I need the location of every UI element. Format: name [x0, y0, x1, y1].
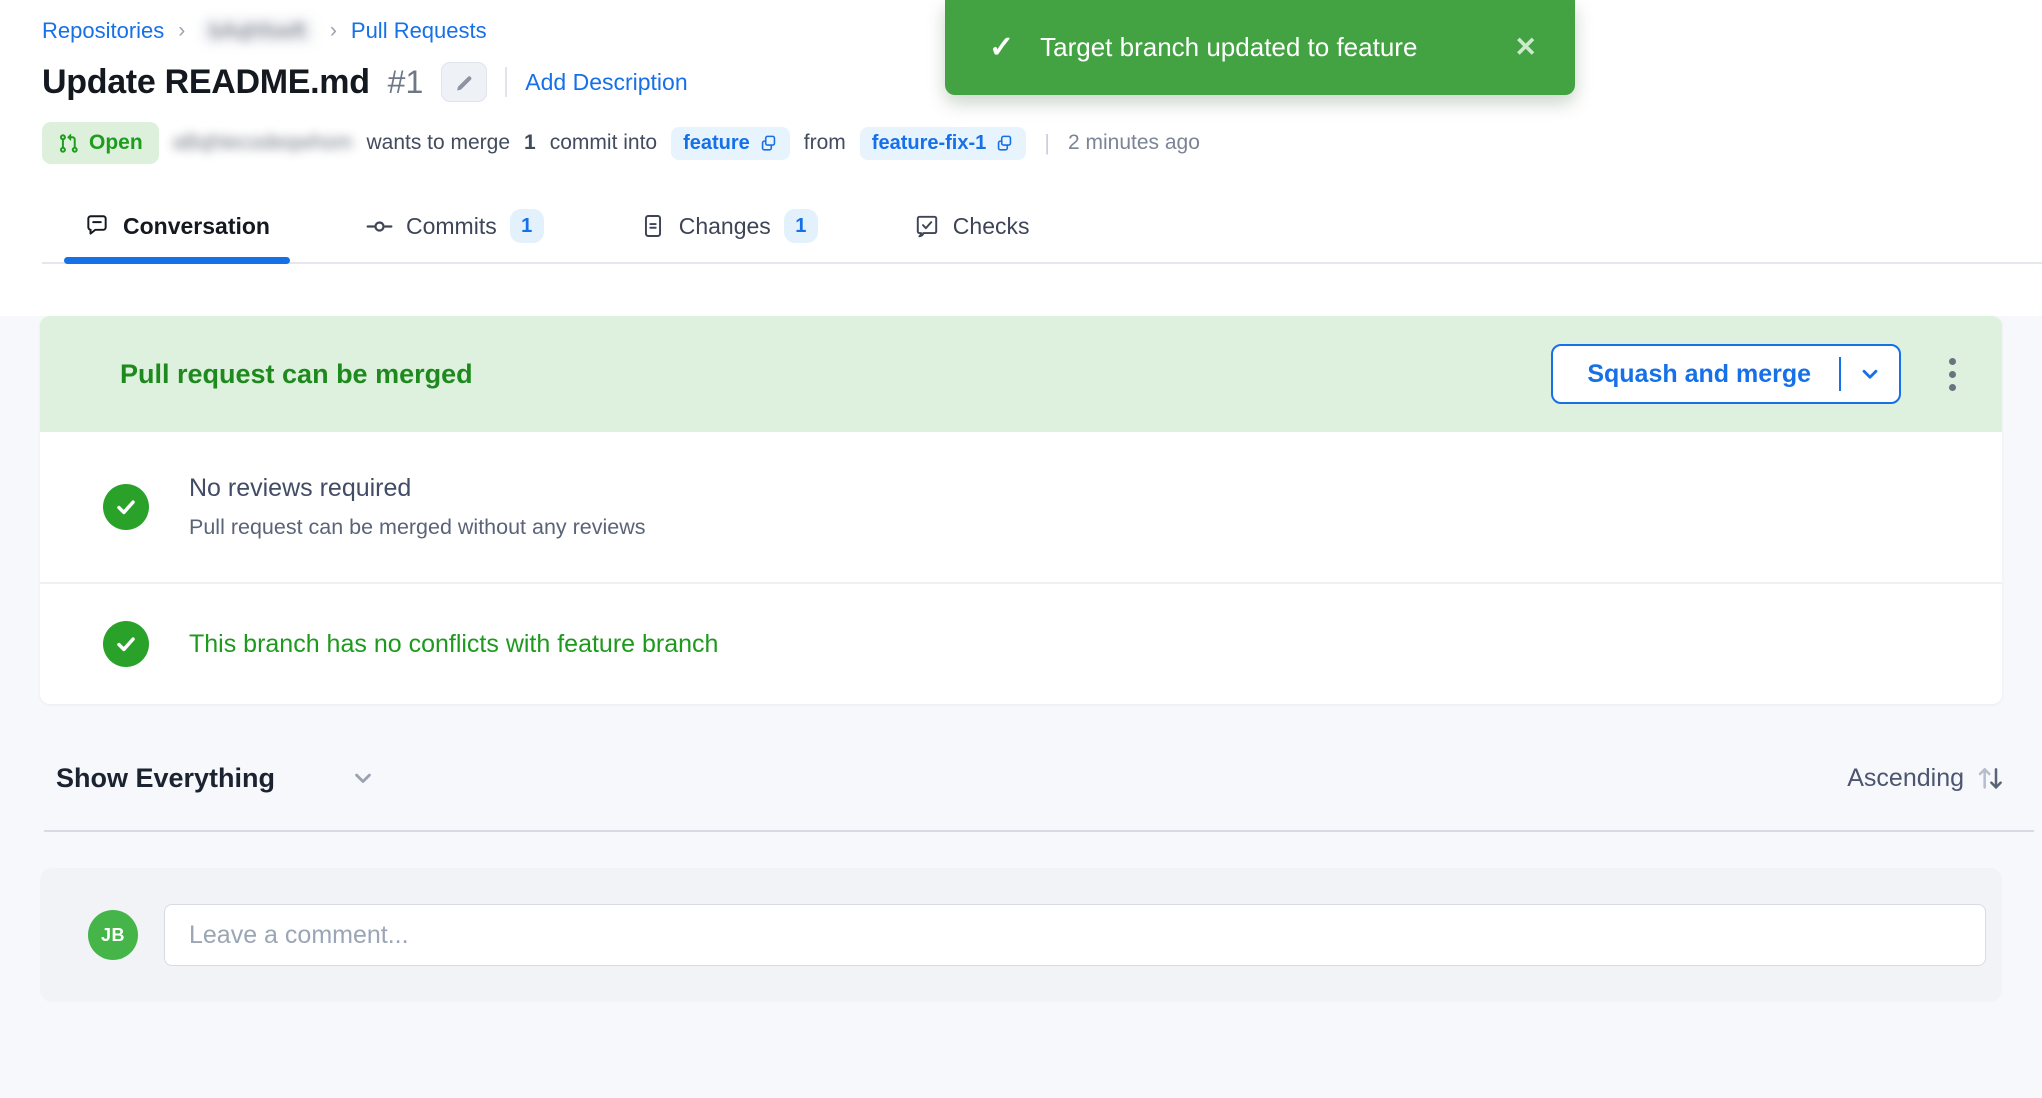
comment-input[interactable]	[164, 904, 1986, 966]
divider	[44, 830, 2034, 832]
sort-toggle[interactable]: Ascending	[1847, 762, 2006, 794]
conversation-panel: Pull request can be merged Squash and me…	[0, 316, 2042, 1098]
check-icon: ✓	[989, 30, 1014, 65]
chevron-down-icon	[1857, 361, 1883, 387]
target-branch-label: feature	[683, 132, 750, 155]
filter-dropdown[interactable]: Show Everything	[56, 763, 377, 794]
pencil-icon	[454, 72, 475, 93]
sort-toggle-label: Ascending	[1847, 764, 1964, 793]
toast-message: Target branch updated to feature	[1040, 32, 1417, 63]
squash-and-merge-button[interactable]: Squash and merge	[1551, 344, 1901, 404]
conflicts-status-row: This branch has no conflicts with featur…	[40, 584, 2002, 704]
file-icon	[640, 213, 666, 239]
reviews-status-title: No reviews required	[189, 474, 646, 503]
tab-count-badge: 1	[784, 209, 818, 243]
tab-label: Changes	[679, 213, 771, 240]
breadcrumb-separator: ›	[178, 19, 185, 43]
tab-commits[interactable]: Commits 1	[366, 190, 544, 262]
breadcrumb-separator: ›	[330, 19, 337, 43]
edit-title-button[interactable]	[441, 62, 487, 102]
close-icon[interactable]: ✕	[1514, 32, 1537, 63]
pull-request-icon	[58, 133, 79, 154]
commit-icon	[366, 213, 393, 240]
tab-bar: Conversation Commits 1 Changes 1 Checks	[42, 190, 2042, 264]
conflicts-status-title: This branch has no conflicts with featur…	[189, 630, 718, 659]
toast-success: ✓ Target branch updated to feature ✕	[945, 0, 1575, 95]
active-tab-indicator	[64, 257, 290, 264]
meta-text-into: commit into	[550, 131, 657, 155]
tab-count-badge: 1	[510, 209, 544, 243]
source-branch-badge[interactable]: feature-fix-1	[860, 127, 1026, 160]
sort-ascending-icon	[1974, 762, 2006, 794]
tab-label: Conversation	[123, 213, 270, 240]
divider	[505, 67, 507, 97]
timeline-controls: Show Everything Ascending	[56, 762, 2006, 794]
meta-text-from: from	[804, 131, 846, 155]
breadcrumb-repo-redacted[interactable]: bAqhfswft	[199, 16, 316, 46]
page-title: Update README.md	[42, 63, 370, 102]
tab-changes[interactable]: Changes 1	[640, 190, 818, 262]
target-branch-badge[interactable]: feature	[671, 127, 790, 160]
checklist-icon	[914, 213, 940, 239]
add-description-link[interactable]: Add Description	[525, 69, 687, 96]
filter-dropdown-label: Show Everything	[56, 763, 275, 794]
timestamp: 2 minutes ago	[1068, 131, 1200, 155]
pr-number: #1	[388, 64, 424, 101]
comment-composer: JB	[40, 868, 2002, 1002]
author-name-redacted: aBqhtecodeqwhom	[173, 131, 353, 155]
tab-label: Checks	[953, 213, 1030, 240]
check-circle-icon	[103, 484, 149, 530]
merge-banner-title: Pull request can be merged	[120, 359, 473, 390]
source-branch-label: feature-fix-1	[872, 132, 986, 155]
copy-icon[interactable]	[995, 134, 1014, 153]
divider: |	[1044, 130, 1050, 156]
pr-meta-row: Open aBqhtecodeqwhom wants to merge 1 co…	[42, 122, 2042, 164]
squash-and-merge-label: Squash and merge	[1587, 360, 1811, 389]
status-badge-label: Open	[89, 131, 143, 155]
merge-banner: Pull request can be merged Squash and me…	[40, 316, 2002, 432]
kebab-menu-button[interactable]	[1943, 352, 1962, 397]
comment-bubble-icon	[84, 213, 110, 239]
reviews-status-subtitle: Pull request can be merged without any r…	[189, 515, 646, 540]
copy-icon[interactable]	[759, 134, 778, 153]
reviews-status-row: No reviews required Pull request can be …	[40, 432, 2002, 584]
meta-text-wants: wants to merge	[366, 131, 510, 155]
merge-status-card: Pull request can be merged Squash and me…	[40, 316, 2002, 704]
tab-checks[interactable]: Checks	[914, 190, 1030, 262]
merge-options-caret[interactable]	[1841, 361, 1899, 387]
tab-conversation[interactable]: Conversation	[84, 190, 270, 262]
breadcrumb-repositories[interactable]: Repositories	[42, 18, 164, 44]
chevron-down-icon	[349, 764, 377, 792]
avatar: JB	[88, 910, 138, 960]
status-badge-open: Open	[42, 122, 159, 164]
check-circle-icon	[103, 621, 149, 667]
tab-label: Commits	[406, 213, 497, 240]
commit-count: 1	[524, 131, 536, 155]
breadcrumb-pull-requests[interactable]: Pull Requests	[351, 18, 487, 44]
